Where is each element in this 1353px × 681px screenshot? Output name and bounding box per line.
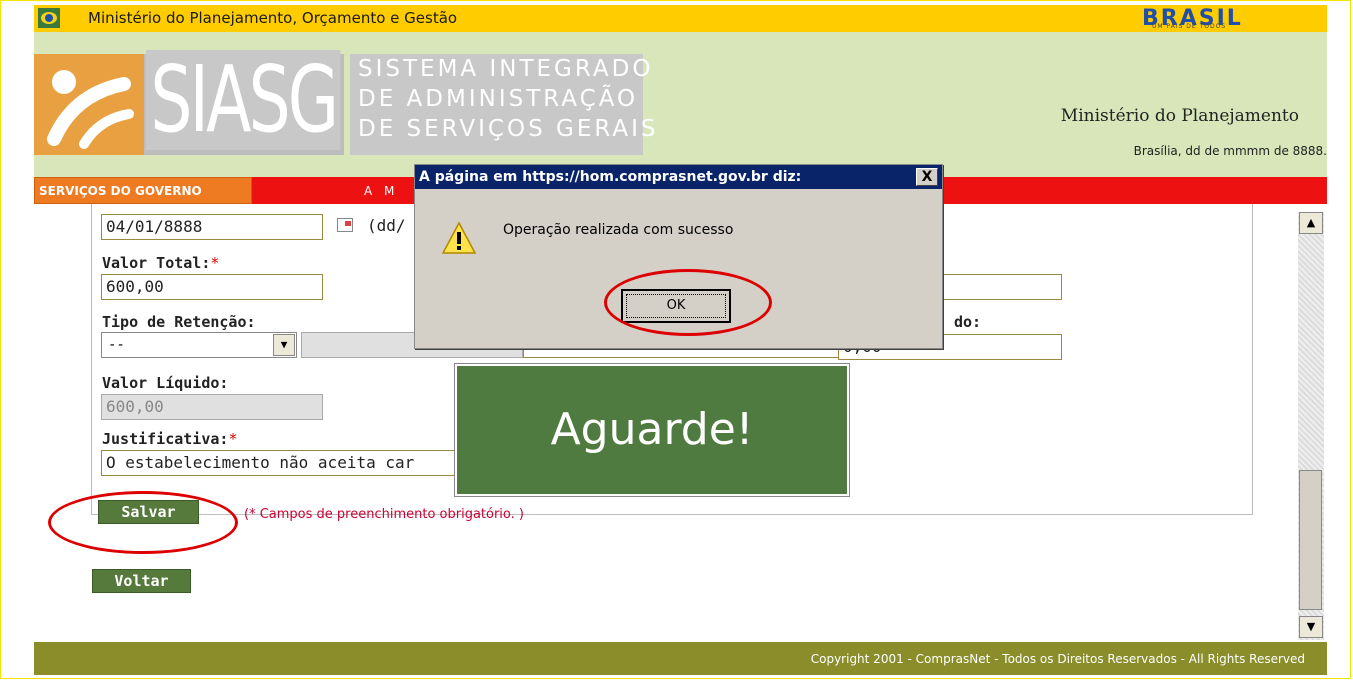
valor-liquido-label: Valor Líquido: xyxy=(102,374,229,392)
scroll-thumb[interactable] xyxy=(1299,470,1322,610)
vertical-scrollbar[interactable]: ▲ ▼ xyxy=(1298,212,1324,640)
tipo-retencao-value: -- xyxy=(108,337,125,353)
ministry-name: Ministério do Planejamento xyxy=(1060,106,1299,126)
brasil-logo: BRASIL UM PAÍS DE TODOS xyxy=(1142,6,1282,31)
date-format-hint: (dd/ xyxy=(367,216,406,235)
copyright-text: Copyright 2001 - ComprasNet - Todos os D… xyxy=(810,652,1305,666)
brasil-logo-subtitle: UM PAÍS DE TODOS xyxy=(1152,23,1227,30)
siasg-logo-icon xyxy=(34,54,144,155)
annotation-circle-ok xyxy=(604,269,772,336)
chevron-down-icon[interactable]: ▼ xyxy=(273,334,295,356)
siasg-wordmark: SIASG xyxy=(146,50,341,150)
dialog-title: A página em https://hom.comprasnet.gov.b… xyxy=(419,169,802,185)
voltar-button[interactable]: Voltar xyxy=(92,569,191,593)
tipo-retencao-select[interactable]: -- ▼ xyxy=(101,332,297,358)
system-name-line1: SISTEMA INTEGRADO xyxy=(358,56,654,82)
close-icon[interactable]: X xyxy=(916,168,938,186)
tipo-retencao-label: Tipo de Retenção: xyxy=(102,313,256,331)
ministry-title: Ministério do Planejamento, Orçamento e … xyxy=(88,9,458,27)
dialog-title-bar: A página em https://hom.comprasnet.gov.b… xyxy=(415,165,942,189)
valor-total-field[interactable]: 600,00 xyxy=(101,274,323,300)
footer: Copyright 2001 - ComprasNet - Todos os D… xyxy=(34,642,1327,675)
scroll-down-arrow-icon[interactable]: ▼ xyxy=(1299,616,1323,638)
date-line: Brasília, dd de mmmm de 8888. xyxy=(1133,144,1327,158)
dialog-message: Operação realizada com sucesso xyxy=(503,222,734,238)
valor-total-label: Valor Total:* xyxy=(102,254,220,272)
system-name-line3: DE SERVIÇOS GERAIS xyxy=(358,116,659,142)
scroll-up-arrow-icon[interactable]: ▲ xyxy=(1299,212,1323,234)
right-label: do: xyxy=(954,313,982,331)
servicos-governo-link[interactable]: SERVIÇOS DO GOVERNO xyxy=(34,177,252,204)
valor-liquido-field: 600,00 xyxy=(101,394,323,420)
nav-menu-text[interactable]: A M xyxy=(364,184,398,198)
header-banner: SIASG SISTEMA INTEGRADO DE ADMINISTRAÇÃO… xyxy=(34,32,1327,177)
system-full-name: SISTEMA INTEGRADO DE ADMINISTRAÇÃO DE SE… xyxy=(358,54,659,144)
calendar-icon[interactable] xyxy=(337,218,353,232)
date-field[interactable]: 04/01/8888 xyxy=(101,214,323,240)
government-logo-icon xyxy=(38,8,60,28)
annotation-circle-salvar xyxy=(48,491,238,554)
justificativa-label: Justificativa:* xyxy=(102,430,238,448)
warning-icon xyxy=(441,221,477,254)
top-bar: Ministério do Planejamento, Orçamento e … xyxy=(34,5,1327,32)
required-fields-note: (* Campos de preenchimento obrigatório. … xyxy=(244,507,524,522)
aguarde-overlay: Aguarde! xyxy=(454,363,850,497)
system-name-line2: DE ADMINISTRAÇÃO xyxy=(358,86,639,112)
justificativa-field[interactable]: O estabelecimento não aceita car xyxy=(101,450,461,476)
